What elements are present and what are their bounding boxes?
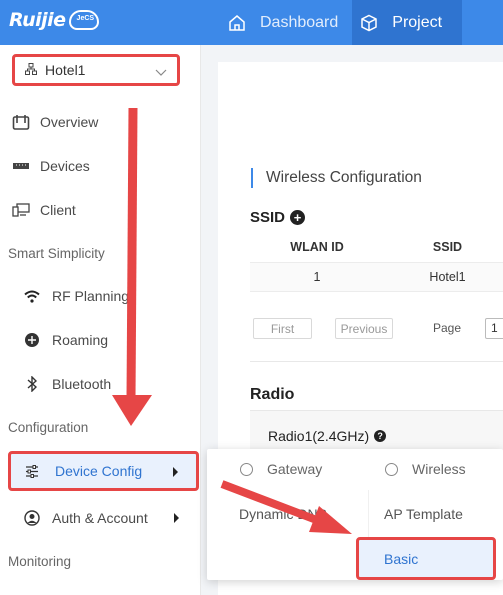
radio1-text: Radio1(2.4GHz)	[268, 428, 370, 444]
submenu-wireless[interactable]: Wireless	[385, 461, 466, 477]
page-number-input[interactable]: 1	[485, 318, 503, 339]
tab-dashboard-label: Dashboard	[260, 13, 339, 31]
ssid-table-header: WLAN ID SSID	[250, 232, 503, 262]
cell-ssid: Hotel1	[429, 270, 466, 284]
chevron-right-icon	[173, 511, 181, 527]
sidebar-item-overview-label: Overview	[40, 114, 99, 130]
network-tree-icon	[25, 62, 37, 78]
submenu-gateway[interactable]: Gateway	[240, 461, 322, 477]
bluetooth-icon	[22, 376, 42, 392]
sidebar-item-rf-planning-label: RF Planning	[52, 288, 130, 304]
tab-dashboard[interactable]: Dashboard	[220, 0, 352, 45]
chevron-down-icon	[155, 64, 167, 80]
section-monitoring: Monitoring	[8, 554, 72, 569]
section-divider	[250, 361, 503, 362]
top-tabs: Dashboard Project	[220, 0, 463, 45]
ssid-header: SSID +	[250, 209, 306, 226]
chevron-right-icon	[172, 465, 180, 481]
cloud-logo-icon: JeCS	[68, 10, 99, 30]
top-navigation-bar: Ruijie JeCS Dashboard Project	[0, 0, 503, 45]
add-ssid-icon[interactable]: +	[290, 210, 306, 225]
site-selector-value: Hotel1	[45, 62, 86, 78]
radio-circle-icon	[385, 462, 398, 476]
ruijie-logo[interactable]: Ruijie JeCS	[9, 9, 99, 31]
help-icon[interactable]: ?	[374, 430, 387, 442]
tab-project-label: Project	[392, 13, 443, 31]
sidebar-item-rf-planning[interactable]: RF Planning	[22, 281, 129, 311]
previous-page-button[interactable]: Previous	[335, 318, 393, 339]
first-page-button[interactable]: First	[253, 318, 312, 339]
home-icon	[229, 14, 245, 31]
sidebar-item-client-label: Client	[40, 202, 76, 218]
sidebar-item-bluetooth-label: Bluetooth	[52, 376, 112, 392]
client-icon	[10, 203, 32, 217]
column-wlan-id: WLAN ID	[290, 240, 344, 254]
sidebar-item-client[interactable]: Client	[0, 195, 201, 225]
sidebar-item-device-config[interactable]: Device Config	[8, 451, 199, 491]
wifi-icon	[22, 290, 42, 303]
submenu-basic[interactable]: Basic	[356, 537, 496, 580]
submenu-ap-template[interactable]: AP Template	[384, 506, 463, 522]
sidebar-item-roaming[interactable]: Roaming	[22, 325, 108, 355]
page-label: Page	[433, 321, 462, 335]
section-smart-simplicity: Smart Simplicity	[8, 246, 105, 261]
column-ssid: SSID	[432, 240, 463, 254]
submenu-basic-label: Basic	[384, 550, 419, 567]
submenu-wireless-label: Wireless	[412, 461, 466, 477]
roaming-icon	[22, 332, 42, 348]
radio-circle-icon	[240, 462, 253, 476]
cell-wlan-id: 1	[313, 270, 321, 284]
brand-badge: JeCS	[76, 15, 95, 22]
sidebar-item-bluetooth[interactable]: Bluetooth	[22, 369, 111, 399]
sidebar-item-auth-account-label: Auth & Account	[52, 510, 148, 526]
sidebar-item-roaming-label: Roaming	[52, 332, 109, 348]
submenu-dynamic-dns[interactable]: Dynamic DNS	[239, 506, 327, 522]
cube-icon	[361, 14, 378, 31]
submenu-gateway-label: Gateway	[267, 461, 323, 477]
sliders-icon	[25, 464, 39, 478]
brand-name: Ruijie	[9, 9, 66, 31]
radio-title: Radio	[250, 386, 295, 403]
sidebar-item-devices-label: Devices	[40, 158, 90, 174]
user-circle-icon	[22, 510, 42, 526]
tab-project[interactable]: Project	[352, 0, 463, 45]
sidebar-item-overview[interactable]: Overview	[0, 107, 201, 137]
sidebar-item-device-config-label: Device Config	[55, 463, 143, 479]
ssid-title: SSID	[250, 209, 286, 226]
sidebar-item-auth-account[interactable]: Auth & Account	[22, 503, 201, 533]
sidebar-item-devices[interactable]: Devices	[0, 151, 201, 181]
wireless-configuration-title: Wireless Configuration	[251, 168, 422, 188]
switch-icon	[10, 162, 32, 170]
overview-icon	[10, 114, 32, 130]
site-selector[interactable]: Hotel1	[12, 54, 180, 86]
radio1-label: Radio1(2.4GHz) ?	[268, 428, 387, 444]
section-configuration: Configuration	[8, 420, 89, 435]
table-row[interactable]: 1 Hotel1	[250, 262, 503, 292]
